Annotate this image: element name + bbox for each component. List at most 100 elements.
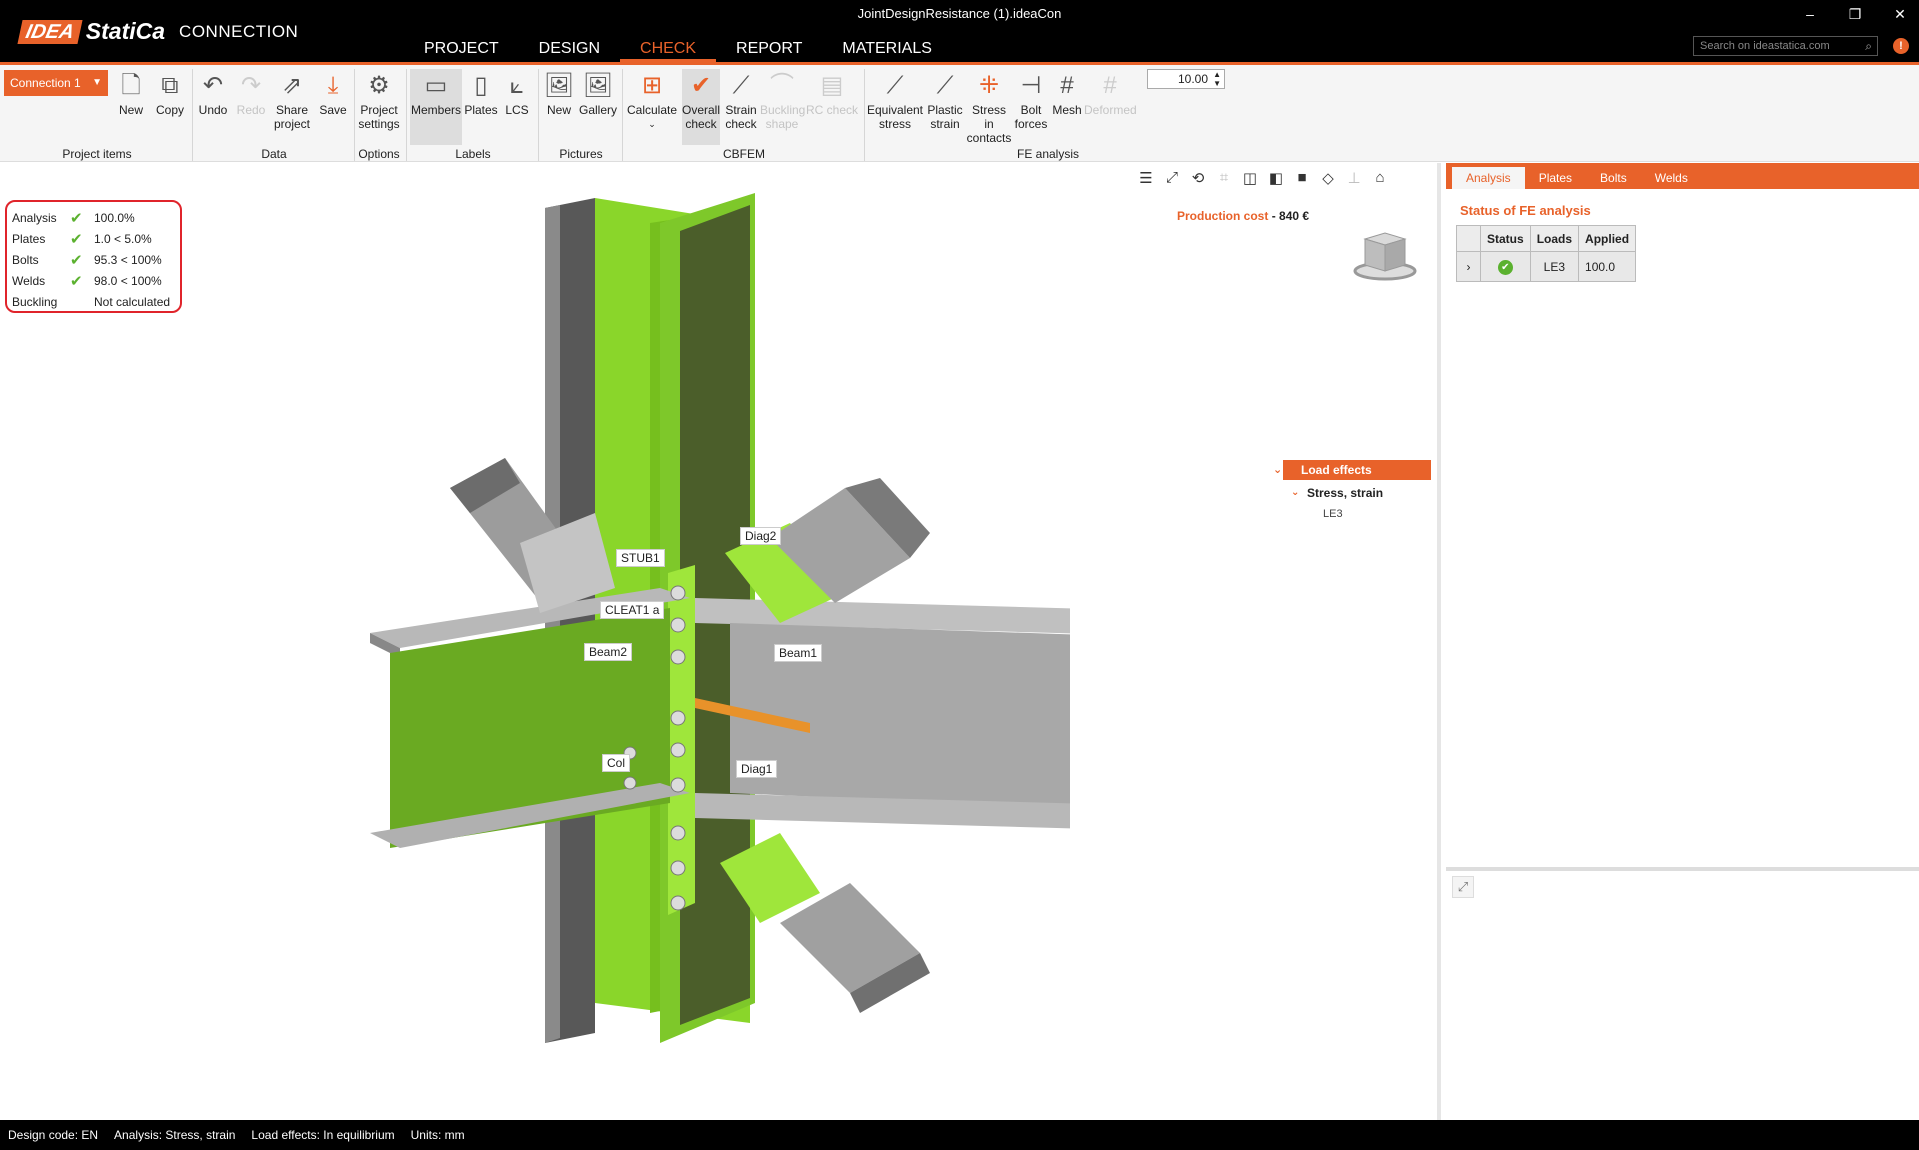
buckling-shape-button[interactable]: ⌒ Buckling shape	[760, 69, 806, 131]
strain-check-button[interactable]: ⟋ Strain check	[722, 69, 760, 131]
applied-cell: 100.0	[1578, 251, 1637, 282]
tree-load-effects[interactable]: ⌄ Load effects	[1273, 460, 1431, 480]
summary-label: Plates	[12, 232, 46, 246]
chevron-right-icon[interactable]: ›	[1456, 251, 1481, 282]
copy-icon: ⧉	[161, 72, 179, 99]
help-icon[interactable]: !	[1893, 38, 1909, 54]
tab-analysis[interactable]: Analysis	[1452, 167, 1525, 189]
buckling-shape-label: Buckling shape	[760, 103, 806, 131]
plates-button[interactable]: ▯ Plates	[464, 69, 498, 117]
share-project-button[interactable]: ⇗ Share project	[270, 69, 314, 131]
undo-button[interactable]: ↶ Undo	[196, 69, 230, 117]
gallery-button[interactable]: 🖼 Gallery	[578, 69, 618, 117]
mesh-label: Mesh	[1052, 103, 1082, 117]
crop-icon[interactable]: ⌗	[1215, 169, 1233, 187]
label-diag1[interactable]: Diag1	[736, 760, 778, 778]
save-icon: ⤓	[327, 72, 339, 99]
rc-check-button[interactable]: ▤ RC check	[806, 69, 858, 117]
ribbon-separator	[622, 69, 623, 161]
summary-value: 98.0 < 100%	[94, 274, 162, 288]
menu-report[interactable]: REPORT	[716, 36, 822, 62]
stress-contacts-button[interactable]: ⁜ Stress in contacts	[966, 69, 1012, 145]
spinner-icon[interactable]: ▲ ▼	[1213, 70, 1221, 88]
status-cell: ✔	[1480, 251, 1531, 282]
menu-materials[interactable]: MATERIALS	[822, 36, 952, 62]
label-beam1[interactable]: Beam1	[774, 644, 823, 662]
menu-check[interactable]: CHECK	[620, 36, 717, 62]
transparent-icon[interactable]: ◧	[1267, 169, 1285, 187]
tree-stress-strain[interactable]: ⌄ Stress, strain	[1283, 482, 1431, 504]
menu-project[interactable]: PROJECT	[404, 36, 519, 62]
summary-value: 95.3 < 100%	[94, 253, 162, 267]
search-input[interactable]: Search on ideastatica.com ⌕	[1693, 36, 1878, 56]
label-stub1[interactable]: STUB1	[616, 549, 665, 567]
chevron-down-icon: ▼	[92, 77, 102, 88]
new-item-button[interactable]: 🗋 New	[113, 69, 149, 117]
axis-icon[interactable]: ⊥	[1345, 169, 1363, 187]
fit-view-icon[interactable]: ⤢	[1163, 169, 1181, 187]
plates-label: Plates	[464, 103, 498, 117]
table-row[interactable]: › ✔ LE3 100.0	[1456, 251, 1637, 282]
new-picture-label: New	[546, 103, 571, 117]
lcs-button[interactable]: ⟀ LCS	[500, 69, 534, 117]
label-cleat[interactable]: CLEAT1 a	[600, 601, 665, 619]
member-icon: ▭	[424, 72, 448, 99]
connection-model[interactable]	[350, 193, 1070, 1073]
results-panel: Analysis Plates Bolts Welds Status of FE…	[1446, 163, 1919, 869]
tab-plates[interactable]: Plates	[1525, 167, 1586, 189]
check-icon: ✔	[690, 72, 712, 99]
tab-bolts[interactable]: Bolts	[1586, 167, 1641, 189]
search-icon: ⌕	[1865, 39, 1872, 53]
navigation-cube-icon[interactable]	[1350, 225, 1420, 285]
tree-root-label: Load effects	[1301, 463, 1372, 477]
mesh-button[interactable]: # Mesh	[1050, 69, 1084, 117]
summary-label: Buckling	[12, 295, 58, 309]
plastic-strain-button[interactable]: ⟋ Plastic strain	[924, 69, 966, 131]
copy-button[interactable]: ⧉ Copy	[152, 69, 188, 117]
connection-dropdown[interactable]: Connection 1 ▼	[4, 70, 108, 96]
bolt-forces-button[interactable]: ⊣ Bolt forces	[1012, 69, 1050, 131]
equivalent-stress-button[interactable]: ⟋ Equivalent stress	[866, 69, 924, 131]
section-view-icon[interactable]: ☰	[1137, 169, 1155, 187]
rotate-icon[interactable]: ⟲	[1189, 169, 1207, 187]
deformation-scale-input[interactable]: 10.00 ▲ ▼	[1147, 69, 1225, 89]
label-diag2[interactable]: Diag2	[740, 527, 782, 545]
column-flange-edge	[545, 205, 560, 1043]
close-button[interactable]: ✕	[1890, 6, 1910, 23]
redo-button[interactable]: ↷ Redo	[234, 69, 268, 117]
plate-icon: ▯	[474, 72, 488, 99]
plastic-strain-label: Plastic strain	[927, 103, 963, 131]
ribbon-separator	[406, 69, 407, 161]
expand-icon[interactable]: ⤢	[1452, 876, 1474, 898]
3d-viewport[interactable]: Analysis ✔ 100.0% Plates ✔ 1.0 < 5.0% Bolts ✔…	[0, 163, 1441, 1120]
project-settings-button[interactable]: ⚙ Project settings	[356, 69, 402, 131]
minimize-button[interactable]: –	[1800, 6, 1820, 22]
stress-contacts-label: Stress in contacts	[966, 103, 1012, 145]
menu-design[interactable]: DESIGN	[519, 36, 620, 62]
wireframe-icon[interactable]: ◫	[1241, 169, 1259, 187]
logo-name: StatiCa	[85, 18, 166, 44]
overall-check-button[interactable]: ✔ Overall check	[682, 69, 720, 145]
equivalent-stress-label: Equivalent stress	[866, 103, 924, 131]
detail-panel: ⤢	[1446, 871, 1919, 1120]
calculate-button[interactable]: ⊞ Calculate ⌄	[626, 69, 678, 131]
column-loads: Loads	[1529, 225, 1580, 252]
deformed-icon: #	[1103, 72, 1117, 99]
gallery-icon: 🖼	[582, 72, 614, 99]
deformed-button[interactable]: # Deformed	[1084, 69, 1137, 117]
solid-icon[interactable]: ■	[1293, 169, 1311, 187]
tree-le3[interactable]: LE3	[1283, 504, 1431, 524]
label-col[interactable]: Col	[602, 754, 631, 772]
members-button[interactable]: ▭ Members	[410, 69, 462, 145]
summary-row-bolts: Bolts ✔ 95.3 < 100%	[12, 250, 175, 271]
tab-welds[interactable]: Welds	[1641, 167, 1702, 189]
logo-brand: IDEA	[17, 19, 83, 44]
new-picture-button[interactable]: 🖼 New	[542, 69, 576, 117]
restore-button[interactable]: ❐	[1845, 6, 1865, 23]
save-button[interactable]: ⤓ Save	[316, 69, 350, 117]
loads-cell: LE3	[1529, 251, 1580, 282]
plastic-icon: ⟋	[936, 72, 954, 99]
label-beam2[interactable]: Beam2	[584, 643, 633, 661]
home-icon[interactable]: ⌂	[1371, 169, 1389, 187]
view-plane-icon[interactable]: ◇	[1319, 169, 1337, 187]
